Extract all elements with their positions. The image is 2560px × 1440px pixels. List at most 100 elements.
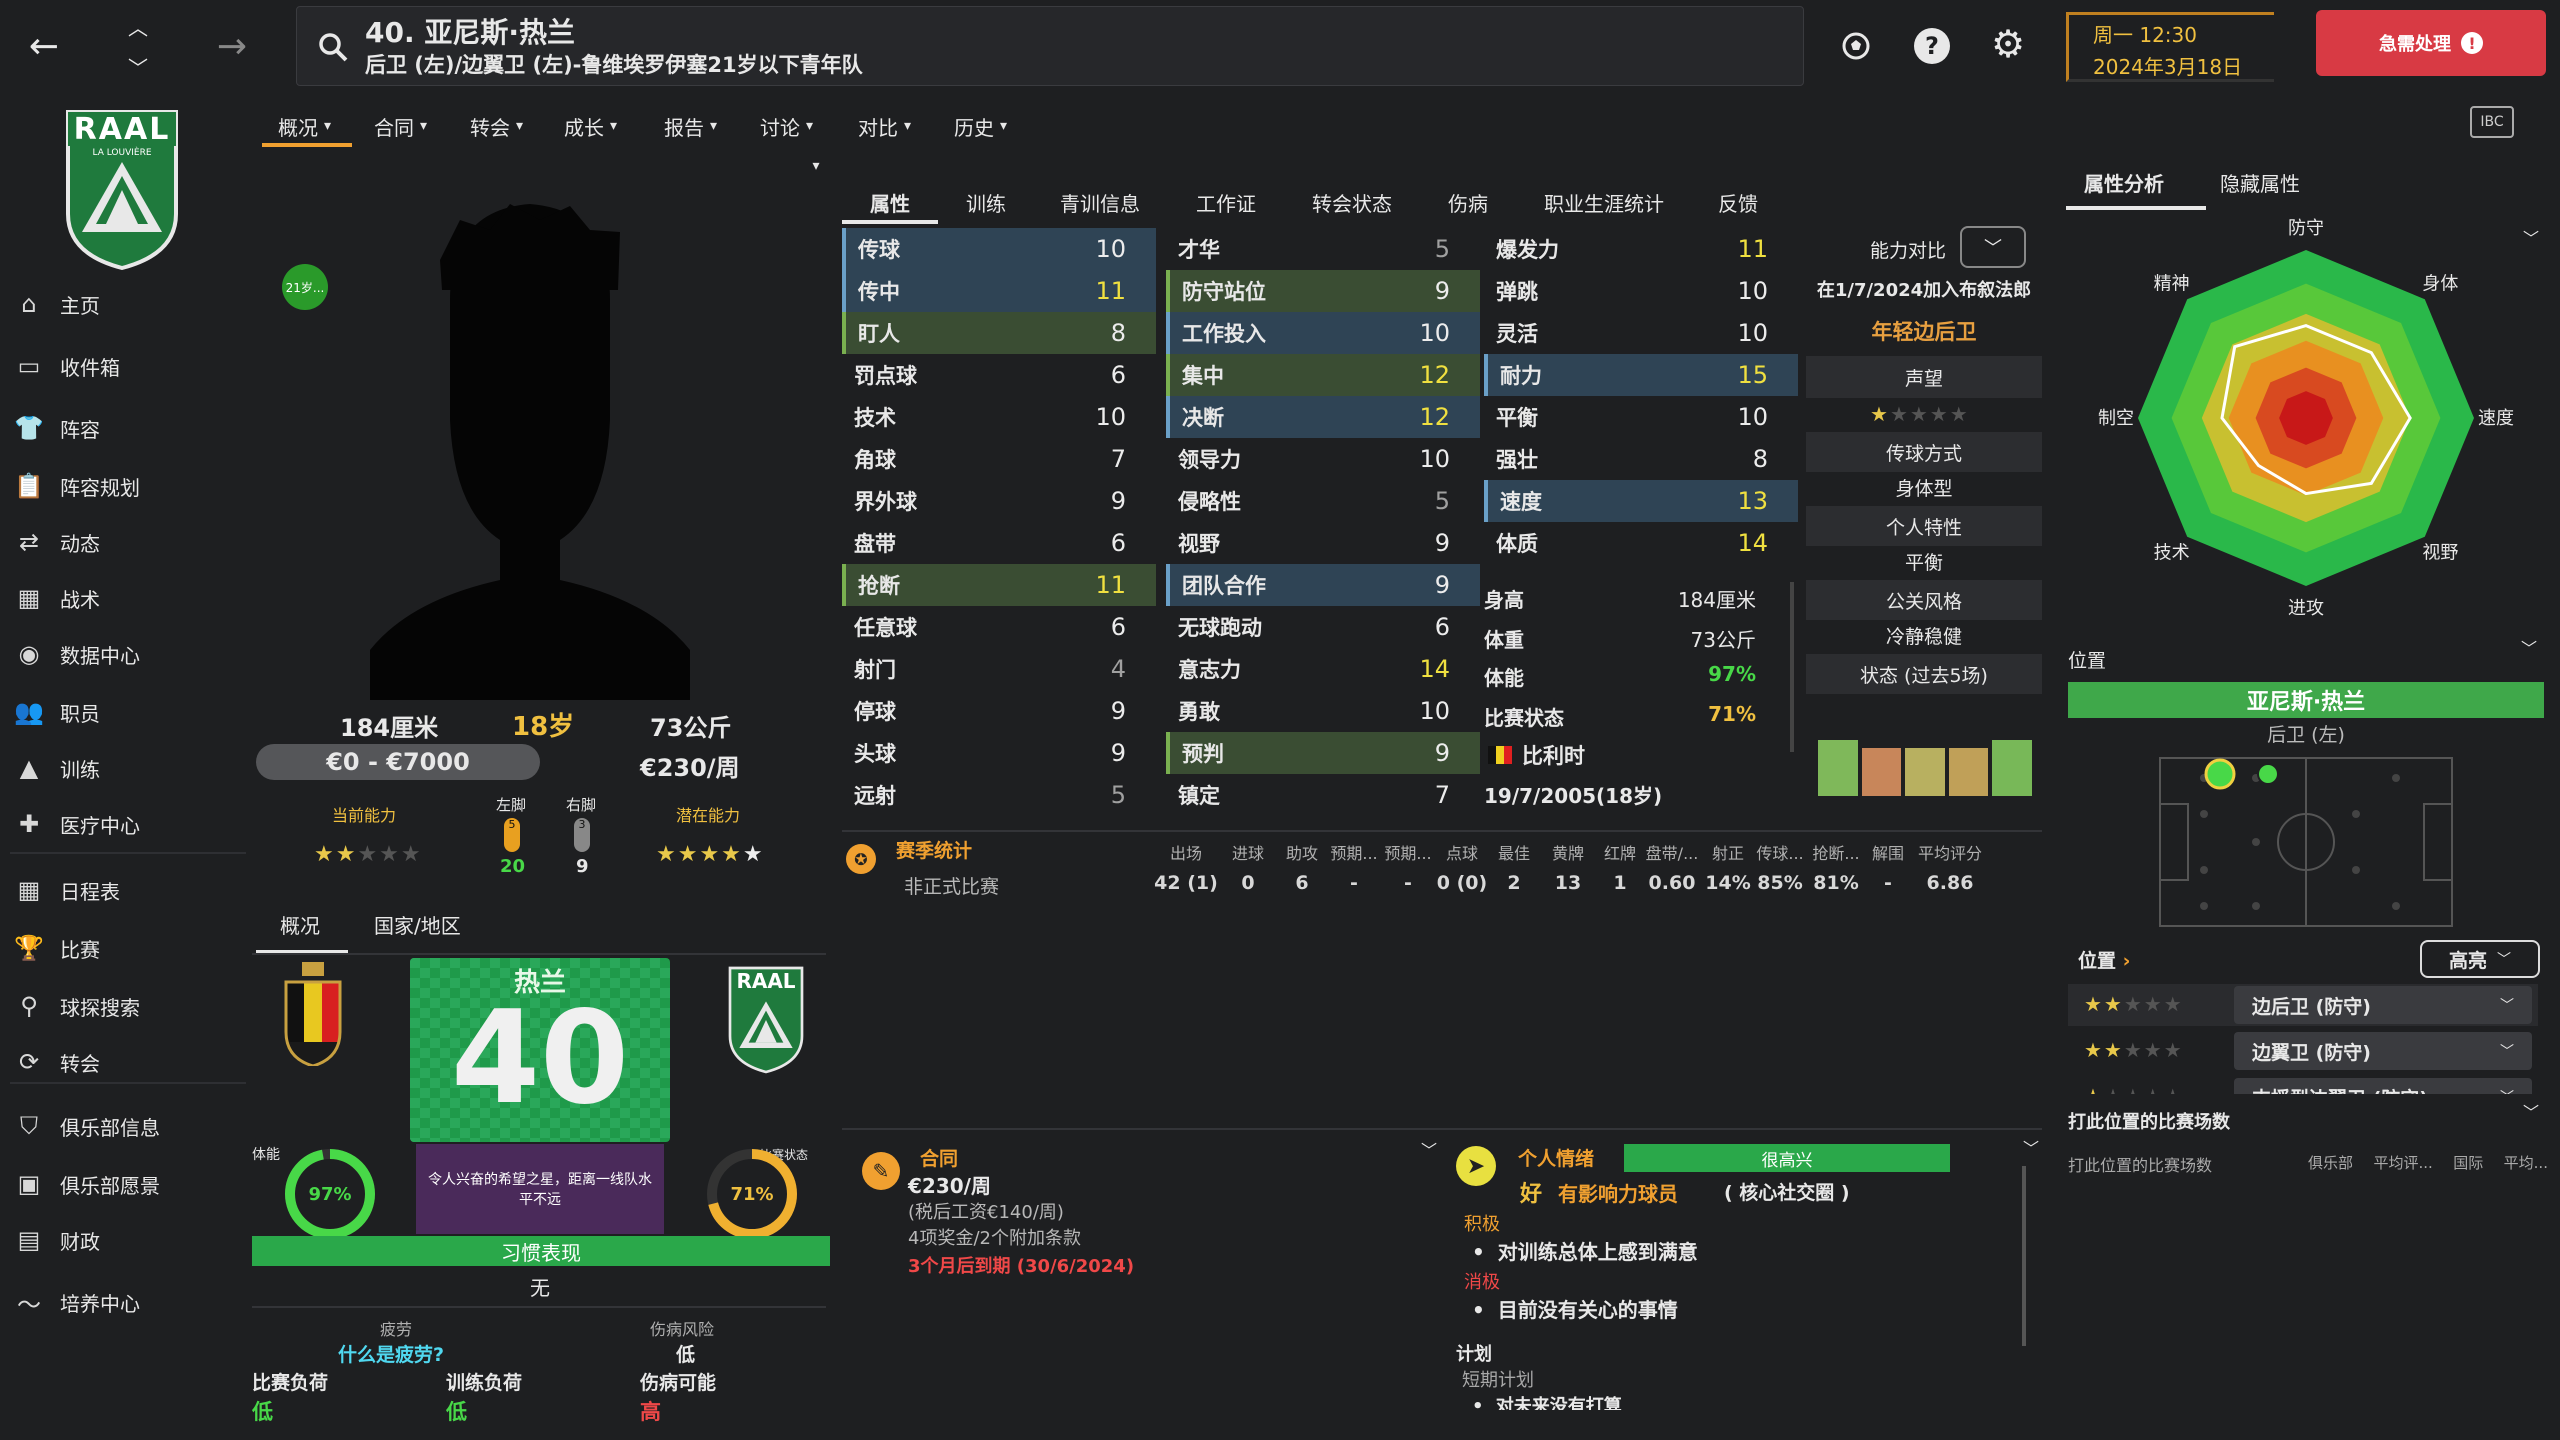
attribute-row[interactable]: 速度 13 bbox=[1484, 480, 1798, 522]
sidebar-item-3[interactable]: 📋 阵容规划 bbox=[14, 466, 140, 506]
attribute-row[interactable]: 集中 12 bbox=[1166, 354, 1480, 396]
attribute-row[interactable]: 射门 4 bbox=[842, 648, 1156, 690]
tab-hidden-attributes[interactable]: 隐藏属性 bbox=[2220, 168, 2300, 197]
subtab-1[interactable]: 训练 bbox=[966, 180, 1006, 224]
sidebar-item-16[interactable]: ▤ 财政 bbox=[14, 1220, 100, 1260]
what-is-fatigue-link[interactable]: 什么是疲劳? bbox=[338, 1340, 444, 1367]
back-arrow-icon[interactable]: ← bbox=[24, 26, 64, 67]
attribute-row[interactable]: 停球 9 bbox=[842, 690, 1156, 732]
help-icon[interactable]: ? bbox=[1914, 28, 1950, 64]
sidebar-item-17[interactable]: 〜培养中心 bbox=[14, 1282, 140, 1322]
sidebar-item-8[interactable]: ▲ 训练 bbox=[14, 748, 100, 788]
sidebar-item-0[interactable]: ⌂ 主页 bbox=[14, 284, 100, 324]
attribute-row[interactable]: 领导力 10 bbox=[1166, 438, 1480, 480]
menu-item-6[interactable]: 对比 ▾ bbox=[858, 106, 911, 146]
compare-dropdown[interactable]: ﹀ bbox=[1960, 226, 2026, 268]
subtab-4[interactable]: 转会状态 bbox=[1312, 180, 1392, 224]
attribute-row[interactable]: 决断 12 bbox=[1166, 396, 1480, 438]
role-row[interactable]: ★★★★★ 边翼卫 (防守) ﹀ bbox=[2068, 1030, 2538, 1072]
role-row[interactable]: ★★★★★ 边后卫 (防守) ﹀ bbox=[2068, 984, 2538, 1026]
sidebar-item-9[interactable]: ✚ 医疗中心 bbox=[14, 804, 140, 844]
sidebar-item-11[interactable]: 🏆 比赛 bbox=[14, 928, 100, 968]
form-bar[interactable] bbox=[1861, 748, 1902, 796]
sidebar-item-14[interactable]: ⛉ 俱乐部信息 bbox=[14, 1106, 160, 1146]
sidebar-item-2[interactable]: 👕 阵容 bbox=[14, 408, 100, 448]
attribute-row[interactable]: 预判 9 bbox=[1166, 732, 1480, 774]
club-badge[interactable]: RAAL LA LOUVIÈRE bbox=[62, 104, 182, 271]
attribute-row[interactable]: 任意球 6 bbox=[842, 606, 1156, 648]
subtab-2[interactable]: 青训信息 bbox=[1060, 180, 1140, 224]
attribute-row[interactable]: 弹跳 10 bbox=[1484, 270, 1798, 312]
attribute-row[interactable]: 防守站位 9 bbox=[1166, 270, 1480, 312]
subtab-0[interactable]: 属性 bbox=[870, 180, 910, 224]
collapse-chevron-icon[interactable]: ▾ bbox=[806, 156, 826, 176]
role-dropdown[interactable]: 边后卫 (防守) ﹀ bbox=[2234, 986, 2532, 1024]
sidebar-item-7[interactable]: 👥 职员 bbox=[14, 692, 100, 732]
menu-item-3[interactable]: 成长 ▾ bbox=[564, 106, 617, 146]
up-chevron-icon[interactable]: ︿ bbox=[124, 14, 152, 40]
attribute-row[interactable]: 意志力 14 bbox=[1166, 648, 1480, 690]
sidebar-item-5[interactable]: ▦ 战术 bbox=[14, 578, 100, 618]
form-bar[interactable] bbox=[1905, 748, 1945, 796]
match-count-column[interactable]: 平均评... bbox=[2373, 1152, 2432, 1173]
sidebar-item-1[interactable]: ▭ 收件箱 bbox=[14, 346, 120, 386]
attribute-row[interactable]: 侵略性 5 bbox=[1166, 480, 1480, 522]
attribute-row[interactable]: 工作投入 10 bbox=[1166, 312, 1480, 354]
match-count-chevron-icon[interactable]: ﹀ bbox=[2520, 1100, 2542, 1122]
form-bar[interactable] bbox=[1992, 740, 2032, 796]
attribute-row[interactable]: 抢断 11 bbox=[842, 564, 1156, 606]
scrollbar[interactable] bbox=[1790, 582, 1794, 752]
sidebar-item-6[interactable]: ◉ 数据中心 bbox=[14, 634, 140, 674]
subtab-7[interactable]: 反馈 bbox=[1718, 180, 1758, 224]
positions-link[interactable]: 位置 › bbox=[2078, 946, 2130, 973]
player-header[interactable]: 40. 亚尼斯·热兰 后卫 (左)/边翼卫 (左)-鲁维埃罗伊塞21岁以下青年队 bbox=[296, 6, 1804, 86]
form-bar[interactable] bbox=[1948, 748, 1989, 796]
date-widget[interactable]: 周一 12:30 2024年3月18日 bbox=[2066, 12, 2274, 82]
menu-item-0[interactable]: 概况 ▾ bbox=[278, 106, 331, 146]
role-dropdown[interactable]: 支援型边翼卫 (防守) ﹀ bbox=[2234, 1078, 2532, 1094]
nationality-text[interactable]: 比利时 bbox=[1522, 740, 1585, 770]
search-icon[interactable] bbox=[315, 29, 351, 65]
tab-overview[interactable]: 概况 bbox=[280, 910, 320, 939]
sidebar-item-10[interactable]: ▦ 日程表 bbox=[14, 870, 120, 910]
season-stats-row[interactable]: 42 (1) 0 6- -0 (0) 2 13 1 0.60 14% 85% 81% -6.86 bbox=[1150, 872, 2050, 898]
mood-chevron-icon[interactable]: ﹀ bbox=[2020, 1136, 2042, 1158]
match-count-column[interactable]: 平均... bbox=[2504, 1152, 2548, 1173]
tab-attribute-analysis[interactable]: 属性分析 bbox=[2084, 168, 2164, 197]
gear-icon[interactable]: ⚙ bbox=[1988, 22, 2028, 66]
menu-item-2[interactable]: 转会 ▾ bbox=[470, 106, 523, 146]
football-icon[interactable] bbox=[1838, 28, 1874, 64]
attribute-row[interactable]: 传球 10 bbox=[842, 228, 1156, 270]
attribute-row[interactable]: 镇定 7 bbox=[1166, 774, 1480, 816]
sidebar-item-15[interactable]: ▣ 俱乐部愿景 bbox=[14, 1164, 160, 1204]
down-chevron-icon[interactable]: ﹀ bbox=[124, 54, 152, 80]
attribute-row[interactable]: 远射 5 bbox=[842, 774, 1156, 816]
menu-item-4[interactable]: 报告 ▾ bbox=[664, 106, 717, 146]
match-count-column[interactable]: 国际 bbox=[2453, 1152, 2483, 1173]
sidebar-item-12[interactable]: ⚲ 球探搜索 bbox=[14, 986, 140, 1026]
attribute-row[interactable]: 勇敢 10 bbox=[1166, 690, 1480, 732]
season-stat-header[interactable]: 平均评分 bbox=[1914, 840, 1986, 864]
form-bar[interactable] bbox=[1818, 740, 1858, 796]
forward-arrow-icon[interactable]: → bbox=[212, 26, 252, 67]
subtab-6[interactable]: 职业生涯统计 bbox=[1544, 180, 1664, 224]
attribute-row[interactable]: 才华 5 bbox=[1166, 228, 1480, 270]
subtab-5[interactable]: 伤病 bbox=[1448, 180, 1488, 224]
attribute-row[interactable]: 盘带 6 bbox=[842, 522, 1156, 564]
menu-item-7[interactable]: 历史 ▾ bbox=[954, 106, 1007, 146]
attribute-row[interactable]: 无球跑动 6 bbox=[1166, 606, 1480, 648]
mood-link[interactable]: 个人情绪 bbox=[1518, 1144, 1594, 1171]
attribute-row[interactable]: 视野 9 bbox=[1166, 522, 1480, 564]
attribute-row[interactable]: 平衡 10 bbox=[1484, 396, 1798, 438]
attribute-row[interactable]: 罚点球 6 bbox=[842, 354, 1156, 396]
attribute-row[interactable]: 传中 11 bbox=[842, 270, 1156, 312]
ibc-icon[interactable]: IBC bbox=[2470, 106, 2514, 138]
mood-scrollbar[interactable] bbox=[2022, 1166, 2026, 1346]
attribute-row[interactable]: 体质 14 bbox=[1484, 522, 1798, 564]
attribute-row[interactable]: 耐力 15 bbox=[1484, 354, 1798, 396]
contract-link[interactable]: 合同 bbox=[920, 1144, 958, 1171]
season-stats-link[interactable]: 赛季统计 bbox=[896, 836, 972, 863]
highlight-dropdown[interactable]: 高亮 ﹀ bbox=[2420, 940, 2540, 978]
menu-item-1[interactable]: 合同 ▾ bbox=[374, 106, 427, 146]
attribute-row[interactable]: 头球 9 bbox=[842, 732, 1156, 774]
